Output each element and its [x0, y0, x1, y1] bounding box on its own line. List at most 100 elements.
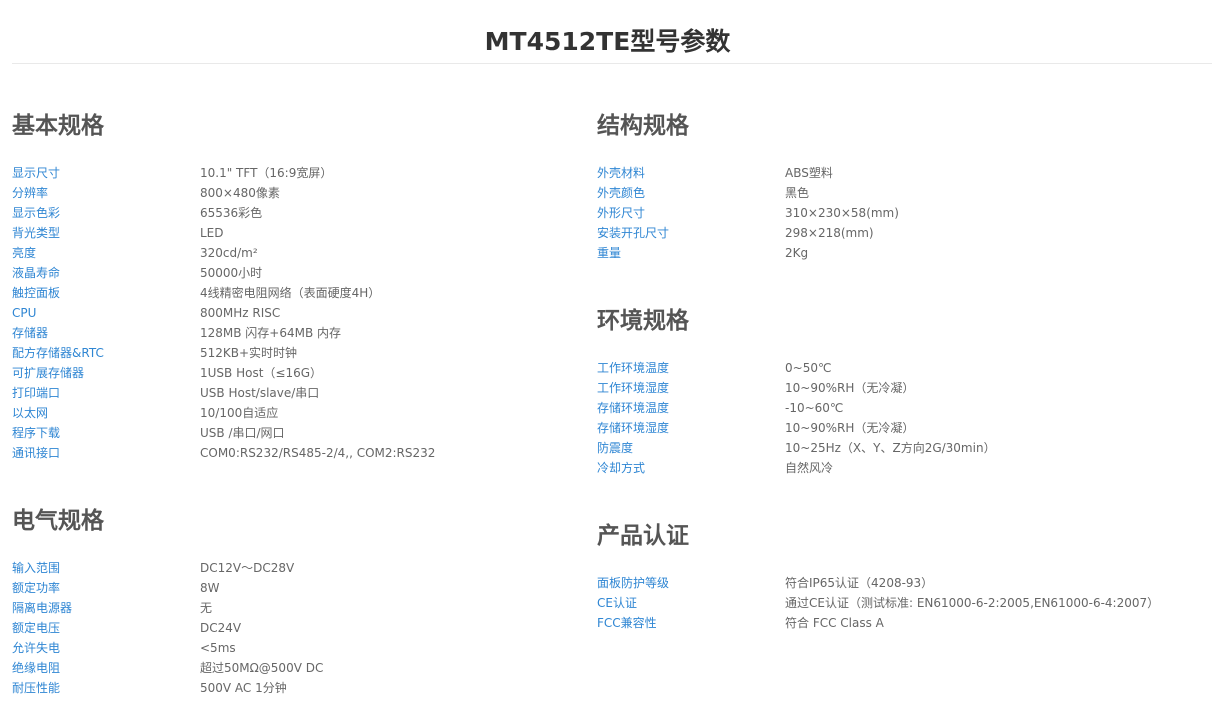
section-heading: 结构规格	[597, 113, 689, 139]
spec-label: 通讯接口	[12, 446, 61, 460]
section-environment: 环境规格 工作环境温度 0~50℃ 工作环境湿度 10~90%RH（无冷凝） 存储环境温…	[597, 305, 996, 478]
spec-value: 65536彩色	[200, 206, 263, 220]
spec-row: FCC兼容性 符合 FCC Class A	[597, 613, 1159, 633]
spec-value: 8W	[200, 581, 220, 595]
spec-row: 绝缘电阻 超过50MΩ@500V DC	[12, 658, 323, 678]
spec-label: 亮度	[12, 246, 37, 260]
spec-row: 背光类型 LED	[12, 223, 435, 243]
section-heading: 环境规格	[597, 308, 689, 334]
spec-row: 工作环境湿度 10~90%RH（无冷凝）	[597, 378, 996, 398]
spec-value: 0~50℃	[785, 361, 832, 375]
spec-label: 打印端口	[12, 386, 61, 400]
spec-value: DC24V	[200, 621, 242, 635]
spec-value: 自然风冷	[785, 461, 834, 475]
spec-row: 允许失电 <5ms	[12, 638, 323, 658]
spec-label: 工作环境湿度	[597, 381, 670, 395]
spec-label: 冷却方式	[597, 461, 646, 475]
spec-label: 以太网	[12, 406, 49, 420]
section-basic: 基本规格 显示尺寸 10.1" TFT（16:9宽屏） 分辨率 800×480像素 显示…	[12, 110, 435, 463]
spec-row: 外形尺寸 310×230×58(mm)	[597, 203, 899, 223]
spec-value: 1USB Host（≤16G）	[200, 366, 323, 380]
spec-value: 符合 FCC Class A	[785, 616, 884, 630]
section-certification: 产品认证 面板防护等级 符合IP65认证（4208-93） CE认证 通过CE认证（测…	[597, 520, 1159, 633]
spec-value: 通过CE认证（测试标准: EN61000-6-2:2005,EN61000-6-…	[785, 596, 1160, 610]
spec-list: 工作环境温度 0~50℃ 工作环境湿度 10~90%RH（无冷凝） 存储环境温度 -10~…	[597, 358, 996, 478]
spec-value: 符合IP65认证（4208-93）	[785, 576, 934, 590]
spec-value: 超过50MΩ@500V DC	[200, 661, 324, 675]
spec-value: USB /串口/网口	[200, 426, 285, 440]
spec-value: DC12V～DC28V	[200, 561, 295, 575]
spec-value: <5ms	[200, 641, 236, 655]
spec-value: 10/100自适应	[200, 406, 279, 420]
spec-row: 分辨率 800×480像素	[12, 183, 435, 203]
spec-label: 允许失电	[12, 641, 61, 655]
spec-row: 面板防护等级 符合IP65认证（4208-93）	[597, 573, 1159, 593]
spec-value: 10~90%RH（无冷凝）	[785, 421, 915, 435]
spec-label: 液晶寿命	[12, 266, 61, 280]
spec-row: CPU 800MHz RISC	[12, 303, 435, 323]
spec-row: 通讯接口 COM0:RS232/RS485-2/4,, COM2:RS232	[12, 443, 435, 463]
spec-label: 显示尺寸	[12, 166, 61, 180]
spec-row: 额定电压 DC24V	[12, 618, 323, 638]
spec-label: 重量	[597, 246, 622, 260]
spec-row: 显示色彩 65536彩色	[12, 203, 435, 223]
spec-row: 隔离电源器 无	[12, 598, 323, 618]
page-title: MT4512TE型号参数	[484, 27, 731, 56]
section-electrical: 电气规格 输入范围 DC12V～DC28V 额定功率 8W 隔离电源器 无额定电压 DC24…	[12, 505, 323, 698]
spec-label: CE认证	[597, 596, 637, 610]
spec-label: 安装开孔尺寸	[597, 226, 670, 240]
spec-label: 背光类型	[12, 226, 61, 240]
spec-label: CPU	[12, 306, 37, 320]
spec-label: 面板防护等级	[597, 576, 670, 590]
spec-row: 触控面板 4线精密电阻网络（表面硬度4H）	[12, 283, 435, 303]
spec-value: 128MB 闪存+64MB 内存	[200, 326, 342, 340]
spec-row: 液晶寿命 50000小时	[12, 263, 435, 283]
spec-label: 分辨率	[12, 186, 49, 200]
spec-row: 亮度 320cd/m²	[12, 243, 435, 263]
spec-label: 外形尺寸	[597, 206, 646, 220]
spec-label: 存储环境温度	[597, 401, 670, 415]
spec-row: 耐压性能 500V AC 1分钟	[12, 678, 323, 698]
spec-value: 50000小时	[200, 266, 263, 280]
spec-value: 800MHz RISC	[200, 306, 281, 320]
spec-value: 10~90%RH（无冷凝）	[785, 381, 915, 395]
spec-label: 存储环境湿度	[597, 421, 670, 435]
spec-label: 防震度	[597, 441, 634, 455]
spec-row: 输入范围 DC12V～DC28V	[12, 558, 323, 578]
spec-row: 冷却方式 自然风冷	[597, 458, 996, 478]
spec-label: 耐压性能	[12, 681, 61, 695]
spec-row: 安装开孔尺寸 298×218(mm)	[597, 223, 899, 243]
section-structure: 结构规格 外壳材料 ABS塑料 外壳颜色 黑色 外形尺寸 310×230×58(mm) 安装…	[597, 110, 899, 263]
spec-value: 无	[200, 601, 213, 615]
spec-label: 程序下载	[12, 426, 61, 440]
spec-value: 10.1" TFT（16:9宽屏）	[200, 166, 333, 180]
spec-value: 298×218(mm)	[785, 226, 874, 240]
spec-value: 512KB+实时时钟	[200, 346, 298, 360]
spec-list: 显示尺寸 10.1" TFT（16:9宽屏） 分辨率 800×480像素显示色彩 655…	[12, 163, 435, 463]
spec-row: 打印端口 USB Host/slave/串口	[12, 383, 435, 403]
spec-value: ABS塑料	[785, 166, 833, 180]
spec-row: 存储环境湿度 10~90%RH（无冷凝）	[597, 418, 996, 438]
spec-row: 以太网 10/100自适应	[12, 403, 435, 423]
spec-label: 显示色彩	[12, 206, 61, 220]
spec-label: 可扩展存储器	[12, 366, 85, 380]
spec-list: 面板防护等级 符合IP65认证（4208-93） CE认证 通过CE认证（测试标准: …	[597, 573, 1159, 633]
section-heading: 基本规格	[12, 113, 104, 139]
spec-value: 10~25Hz（X、Y、Z方向2G/30min）	[785, 441, 996, 455]
spec-value: 800×480像素	[200, 186, 280, 200]
spec-value: 黑色	[785, 186, 810, 200]
spec-value: 2Kg	[785, 246, 809, 260]
spec-label: 工作环境温度	[597, 361, 670, 375]
spec-value: 4线精密电阻网络（表面硬度4H）	[200, 286, 381, 300]
spec-label: FCC兼容性	[597, 616, 657, 630]
spec-label: 额定功率	[12, 581, 61, 595]
spec-label: 输入范围	[12, 561, 61, 575]
spec-page: MT4512TE型号参数 基本规格 显示尺寸 10.1" TFT（16:9宽屏） 分…	[0, 0, 1215, 706]
spec-label: 配方存储器&RTC	[12, 346, 104, 360]
spec-row: 工作环境温度 0~50℃	[597, 358, 996, 378]
spec-value: USB Host/slave/串口	[200, 386, 320, 400]
spec-row: 重量 2Kg	[597, 243, 899, 263]
spec-row: 存储环境温度 -10~60℃	[597, 398, 996, 418]
spec-label: 外壳材料	[597, 166, 646, 180]
spec-list: 输入范围 DC12V～DC28V 额定功率 8W 隔离电源器 无额定电压 DC24V 允许失电…	[12, 558, 323, 698]
